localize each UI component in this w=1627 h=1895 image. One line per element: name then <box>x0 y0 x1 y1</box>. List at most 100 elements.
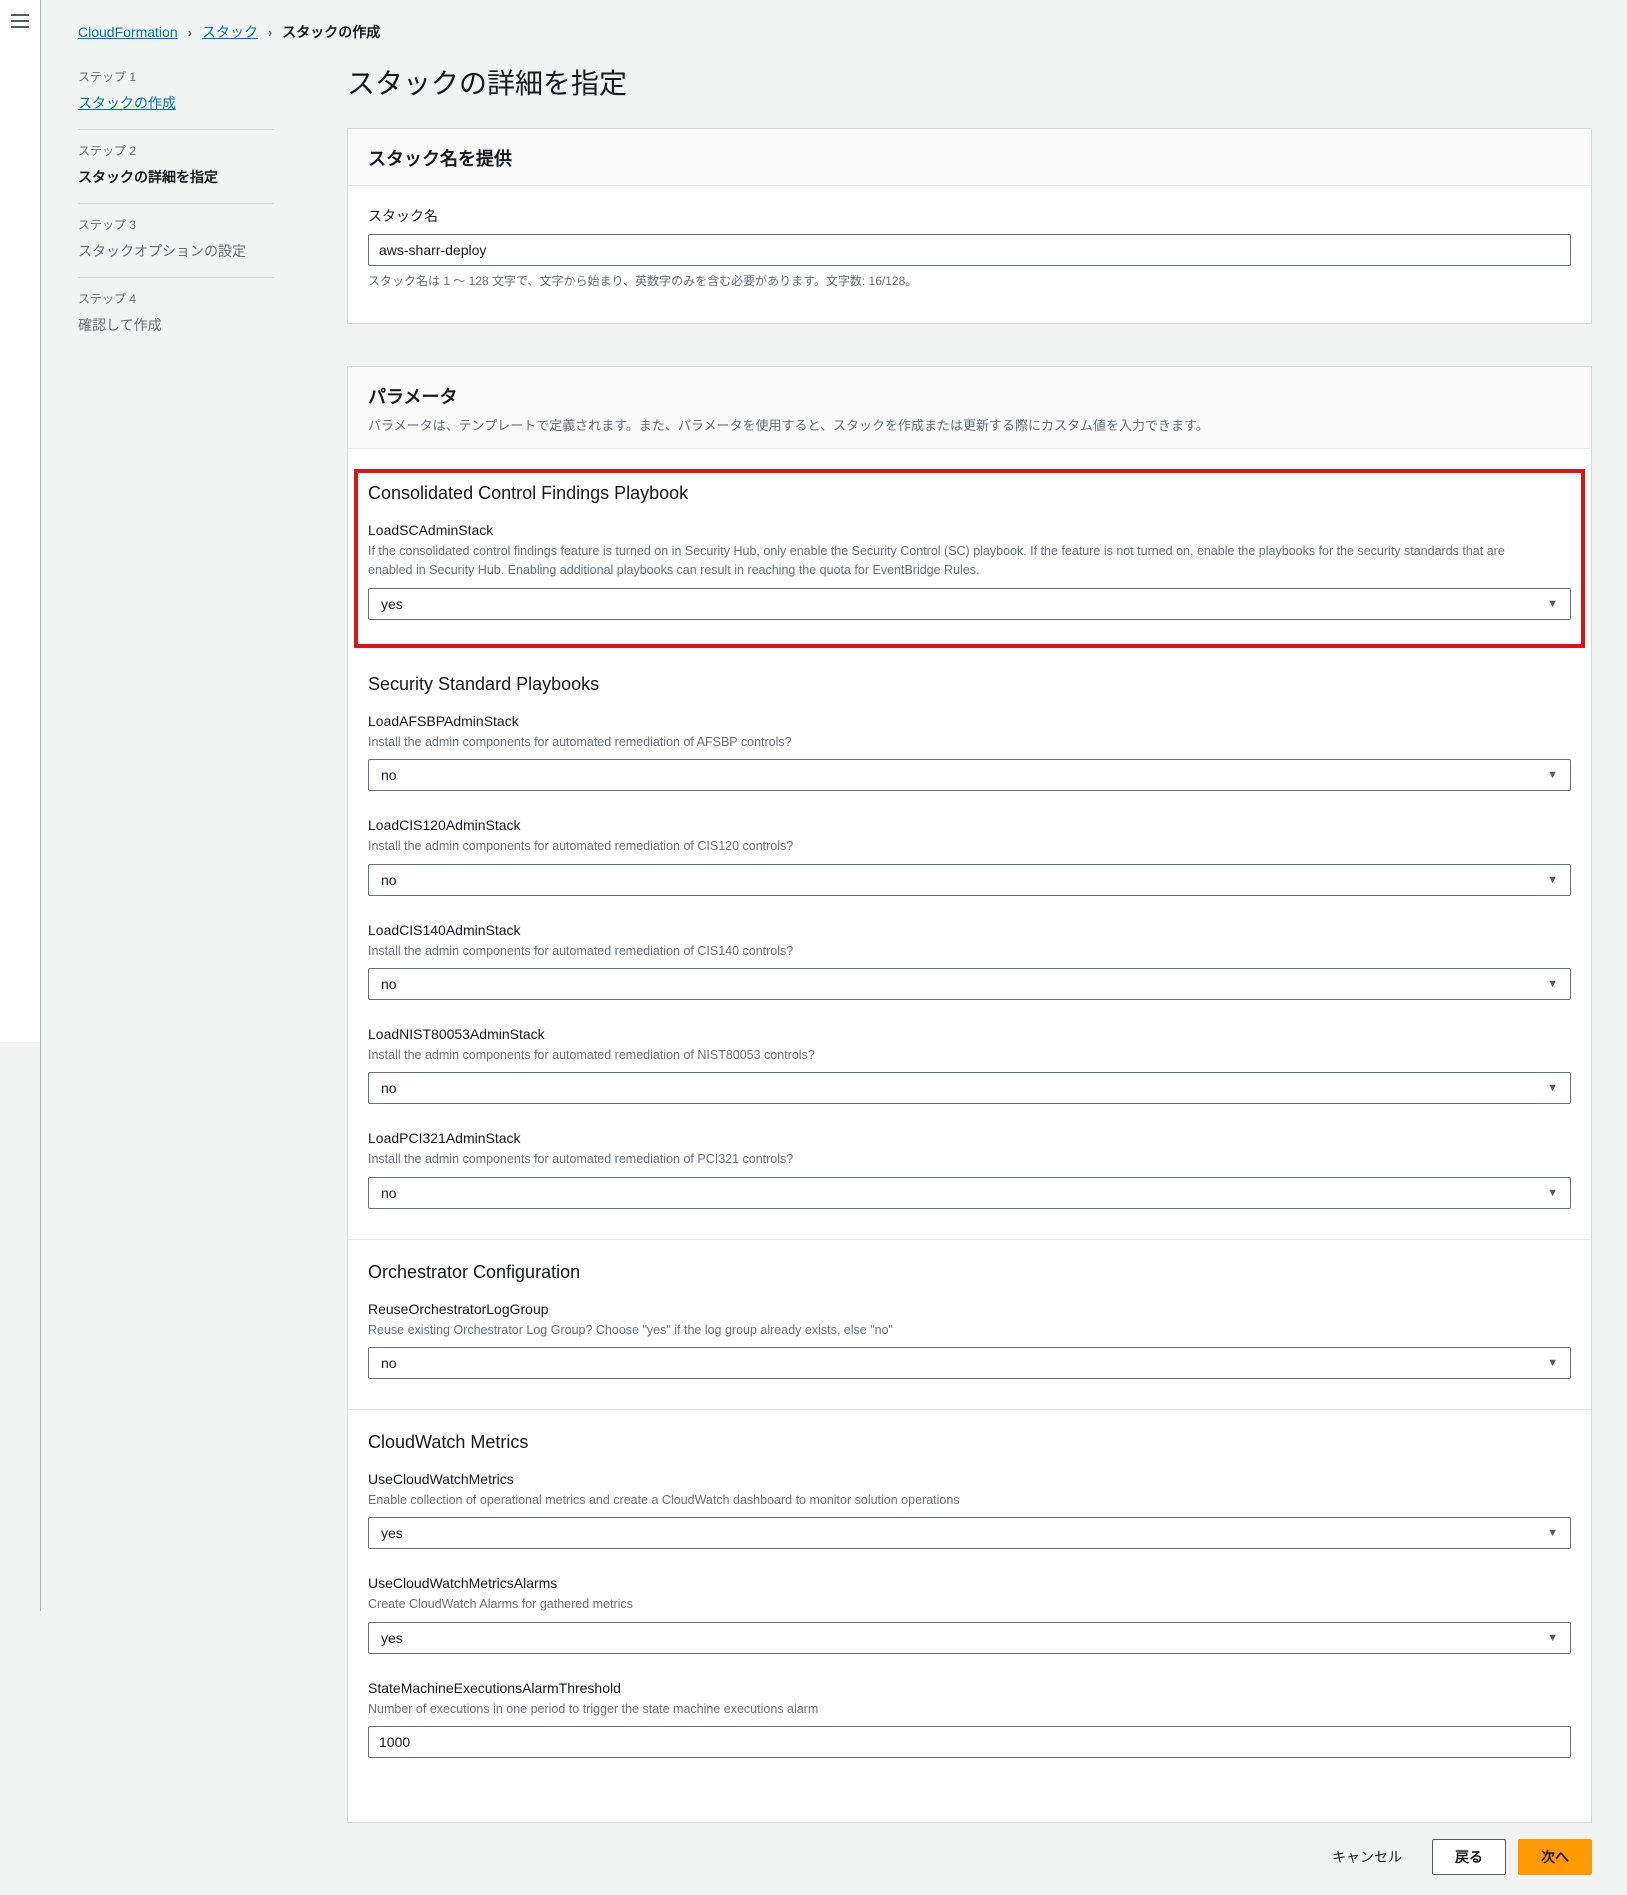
LoadSCAdminStack-description: If the consolidated control findings fea… <box>368 542 1533 581</box>
LoadAFSBPAdminStack-selected-value: no <box>381 767 397 783</box>
LoadAFSBPAdminStack-label: LoadAFSBPAdminStack <box>368 713 1571 729</box>
chevron-down-icon: ▼ <box>1547 598 1558 610</box>
step-3-title: スタックオプションの設定 <box>78 241 274 261</box>
param-group-orchestrator-configuration: Orchestrator Configuration ReuseOrchestra… <box>368 1262 1571 1379</box>
param-field-LoadCIS120AdminStack: LoadCIS120AdminStack Install the admin co… <box>368 817 1571 895</box>
LoadCIS140AdminStack-label: LoadCIS140AdminStack <box>368 922 1571 938</box>
param-field-StateMachineExecutionsAlarmThreshold: StateMachineExecutionsAlarmThresholdNumb… <box>368 1680 1571 1758</box>
ReuseOrchestratorLogGroup-label: ReuseOrchestratorLogGroup <box>368 1301 1571 1317</box>
LoadAFSBPAdminStack-description: Install the admin components for automat… <box>368 733 1533 752</box>
step-4-block: ステップ 4 確認して作成 <box>78 278 274 351</box>
side-navigation-border <box>40 0 41 1611</box>
UseCloudWatchMetricsAlarms-select[interactable]: yes ▼ <box>368 1622 1571 1654</box>
breadcrumb-separator-icon: › <box>268 25 272 40</box>
chevron-down-icon: ▼ <box>1547 874 1558 886</box>
LoadPCI321AdminStack-selected-value: no <box>381 1185 397 1201</box>
ReuseOrchestratorLogGroup-description: Reuse existing Orchestrator Log Group? C… <box>368 1321 1533 1340</box>
param-field-LoadSCAdminStack: LoadSCAdminStack If the consolidated cont… <box>368 522 1571 620</box>
param-group-consolidated-control-findings-playbook: Consolidated Control Findings PlaybookLo… <box>354 469 1585 648</box>
parameters-panel-title: パラメータ <box>368 383 1571 409</box>
step-4-label: ステップ 4 <box>78 290 274 307</box>
step-3-label: ステップ 3 <box>78 216 274 233</box>
step-1-link[interactable]: スタックの作成 <box>78 93 274 113</box>
ReuseOrchestratorLogGroup-select[interactable]: no ▼ <box>368 1347 1571 1379</box>
LoadCIS120AdminStack-selected-value: no <box>381 872 397 888</box>
LoadCIS120AdminStack-label: LoadCIS120AdminStack <box>368 817 1571 833</box>
breadcrumb-link-cloudformation[interactable]: CloudFormation <box>78 24 178 40</box>
UseCloudWatchMetrics-label: UseCloudWatchMetrics <box>368 1471 1571 1487</box>
LoadSCAdminStack-select[interactable]: yes ▼ <box>368 588 1571 620</box>
LoadCIS140AdminStack-description: Install the admin components for automat… <box>368 942 1533 961</box>
breadcrumb-link-stacks[interactable]: スタック <box>202 22 258 42</box>
step-1-block: ステップ 1 スタックの作成 <box>78 56 274 130</box>
cancel-button[interactable]: キャンセル <box>1332 1847 1402 1867</box>
main-column: スタックの詳細を指定 スタック名を提供 スタック名 aws-sharr-depl… <box>347 56 1592 1895</box>
chevron-down-icon: ▼ <box>1547 769 1558 781</box>
StateMachineExecutionsAlarmThreshold-input[interactable]: 1000 <box>368 1726 1571 1758</box>
group-divider <box>348 1239 1591 1240</box>
UseCloudWatchMetricsAlarms-label: UseCloudWatchMetricsAlarms <box>368 1575 1571 1591</box>
param-group-cloudwatch-metrics: CloudWatch Metrics UseCloudWatchMetrics En… <box>368 1432 1571 1758</box>
wizard-footer-actions: キャンセル 戻る 次へ <box>347 1839 1592 1895</box>
LoadSCAdminStack-label: LoadSCAdminStack <box>368 522 1571 538</box>
UseCloudWatchMetrics-description: Enable collection of operational metrics… <box>368 1491 1533 1510</box>
chevron-down-icon: ▼ <box>1547 1527 1558 1539</box>
group-heading-orchestrator-configuration: Orchestrator Configuration <box>368 1262 1571 1283</box>
group-heading-security-standard-playbooks: Security Standard Playbooks <box>368 674 1571 695</box>
LoadPCI321AdminStack-description: Install the admin components for automat… <box>368 1150 1533 1169</box>
stack-name-panel: スタック名を提供 スタック名 aws-sharr-deploy スタック名は 1… <box>347 128 1592 324</box>
LoadSCAdminStack-selected-value: yes <box>381 596 403 612</box>
step-3-block: ステップ 3 スタックオプションの設定 <box>78 204 274 278</box>
param-field-LoadPCI321AdminStack: LoadPCI321AdminStackInstall the admin co… <box>368 1130 1571 1208</box>
LoadCIS120AdminStack-select[interactable]: no ▼ <box>368 864 1571 896</box>
chevron-down-icon: ▼ <box>1547 1187 1558 1199</box>
breadcrumb-separator-icon: › <box>188 25 192 40</box>
LoadNIST80053AdminStack-description: Install the admin components for automat… <box>368 1046 1533 1065</box>
group-divider <box>348 1409 1591 1410</box>
UseCloudWatchMetrics-select[interactable]: yes ▼ <box>368 1517 1571 1549</box>
stack-name-panel-title: スタック名を提供 <box>368 145 1571 171</box>
param-field-ReuseOrchestratorLogGroup: ReuseOrchestratorLogGroup Reuse existing … <box>368 1301 1571 1379</box>
step-2-block: ステップ 2 スタックの詳細を指定 <box>78 130 274 204</box>
stack-name-input[interactable]: aws-sharr-deploy <box>368 234 1571 266</box>
parameters-panel: パラメータ パラメータは、テンプレートで定義されます。また、パラメータを使用する… <box>347 366 1592 1823</box>
step-2-label: ステップ 2 <box>78 142 274 159</box>
LoadNIST80053AdminStack-select[interactable]: no▼ <box>368 1072 1571 1104</box>
breadcrumb-current: スタックの作成 <box>282 22 380 42</box>
hamburger-menu-icon[interactable] <box>11 14 40 28</box>
UseCloudWatchMetrics-selected-value: yes <box>381 1525 403 1541</box>
stack-name-label: スタック名 <box>368 206 1571 226</box>
step-1-label: ステップ 1 <box>78 68 274 85</box>
wizard-steps-nav: ステップ 1 スタックの作成 ステップ 2 スタックの詳細を指定 ステップ 3 … <box>78 56 274 351</box>
chevron-down-icon: ▼ <box>1547 978 1558 990</box>
param-group-security-standard-playbooks: Security Standard Playbooks LoadAFSBPAdmi… <box>368 674 1571 1209</box>
param-groups: Consolidated Control Findings PlaybookLo… <box>348 449 1591 1822</box>
group-heading-cloudwatch-metrics: CloudWatch Metrics <box>368 1432 1571 1453</box>
UseCloudWatchMetricsAlarms-description: Create CloudWatch Alarms for gathered me… <box>368 1595 1533 1614</box>
LoadCIS120AdminStack-description: Install the admin components for automat… <box>368 837 1533 856</box>
param-field-UseCloudWatchMetrics: UseCloudWatchMetrics Enable collection of… <box>368 1471 1571 1549</box>
LoadCIS140AdminStack-select[interactable]: no ▼ <box>368 968 1571 1000</box>
LoadCIS140AdminStack-selected-value: no <box>381 976 397 992</box>
ReuseOrchestratorLogGroup-selected-value: no <box>381 1355 397 1371</box>
chevron-down-icon: ▼ <box>1547 1082 1558 1094</box>
param-field-UseCloudWatchMetricsAlarms: UseCloudWatchMetricsAlarms Create CloudWa… <box>368 1575 1571 1653</box>
LoadAFSBPAdminStack-select[interactable]: no ▼ <box>368 759 1571 791</box>
collapsed-side-navigation <box>0 0 40 1042</box>
parameters-panel-header: パラメータ パラメータは、テンプレートで定義されます。また、パラメータを使用する… <box>348 367 1591 449</box>
param-field-LoadCIS140AdminStack: LoadCIS140AdminStack Install the admin co… <box>368 922 1571 1000</box>
step-4-title: 確認して作成 <box>78 315 274 335</box>
UseCloudWatchMetricsAlarms-selected-value: yes <box>381 1630 403 1646</box>
page-title: スタックの詳細を指定 <box>347 56 1592 128</box>
stack-name-helper-text: スタック名は 1 ～ 128 文字で、文字から始まり、英数字のみを含む必要があり… <box>368 272 1571 289</box>
param-field-LoadAFSBPAdminStack: LoadAFSBPAdminStack Install the admin com… <box>368 713 1571 791</box>
StateMachineExecutionsAlarmThreshold-description: Number of executions in one period to tr… <box>368 1700 1533 1719</box>
parameters-panel-description: パラメータは、テンプレートで定義されます。また、パラメータを使用すると、スタック… <box>368 415 1571 434</box>
chevron-down-icon: ▼ <box>1547 1632 1558 1644</box>
LoadPCI321AdminStack-select[interactable]: no ▼ <box>368 1177 1571 1209</box>
chevron-down-icon: ▼ <box>1547 1357 1558 1369</box>
param-field-LoadNIST80053AdminStack: LoadNIST80053AdminStackInstall the admin… <box>368 1026 1571 1104</box>
next-button[interactable]: 次へ <box>1518 1839 1592 1875</box>
step-2-title: スタックの詳細を指定 <box>78 167 274 187</box>
back-button[interactable]: 戻る <box>1432 1839 1506 1875</box>
